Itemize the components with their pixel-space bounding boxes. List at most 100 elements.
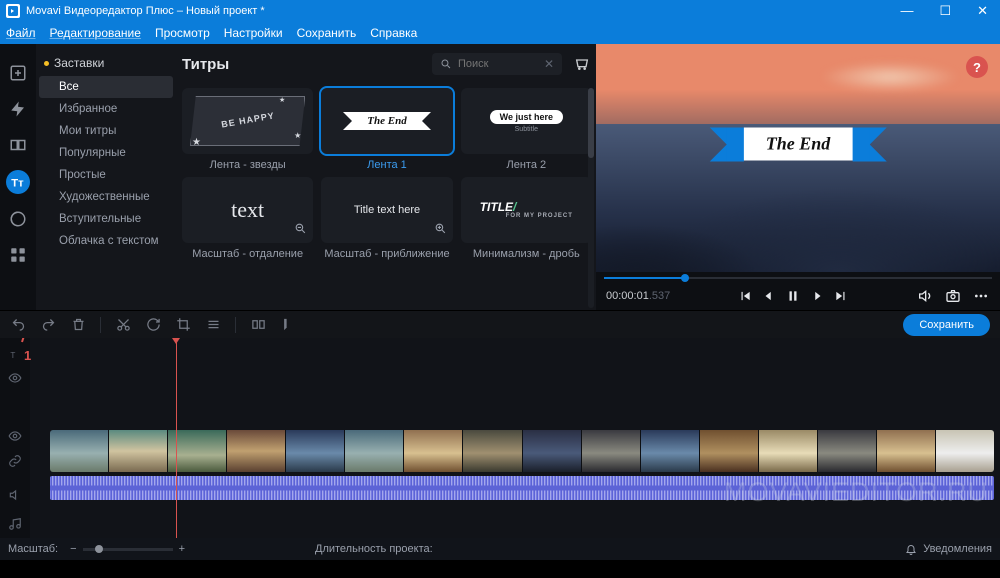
zoom-out-btn[interactable]: − [70,543,76,555]
zoom-out-icon [294,222,307,238]
track-headers: T [0,338,30,538]
tile-zoom-in[interactable]: Title text here Масштаб - приближение [321,177,452,260]
search-box[interactable]: ✕ [432,53,562,75]
crop-button[interactable] [175,317,191,333]
category-intro[interactable]: Вступительные [39,208,173,230]
tile-ribbon-2[interactable]: We just here Subtitle Лента 2 [461,88,592,171]
zoom-label: Масштаб: [8,543,58,555]
tile-zoom-out[interactable]: text Масштаб - отдаление [182,177,313,260]
duration-label: Длительность проекта: [315,543,433,555]
workspace: Tᴛ Заставки Все Избранное Мои титры Попу… [0,44,1000,310]
menubar: Файл Редактирование Просмотр Настройки С… [0,22,1000,44]
tracks-area[interactable] [30,338,1000,538]
lane-visibility-1[interactable] [0,372,30,384]
step-back-button[interactable] [761,288,777,304]
delete-button[interactable] [70,317,86,333]
timeline[interactable]: T MOVAVIEDITOR.RU [0,338,1000,538]
tool-transitions[interactable] [7,134,29,156]
menu-file[interactable]: Файл [6,26,36,40]
preview-scrubber[interactable] [604,274,992,282]
color-button[interactable] [205,317,221,333]
tile-caption: Масштаб - отдаление [192,248,303,260]
tool-stickers[interactable] [7,208,29,230]
window-title: Movavi Видеоредактор Плюс – Новый проект… [26,5,265,17]
tool-titles[interactable]: Tᴛ [6,170,30,194]
tile-caption: Лента - звезды [210,159,286,171]
toolstrip: Tᴛ [0,44,36,310]
titles-grid: BE HAPPY ★ ★ ★ Лента - звезды The End Ле… [182,88,592,260]
notifications-button[interactable]: Уведомления [905,543,992,555]
tile-caption: Лента 2 [507,159,547,171]
category-speech[interactable]: Облачка с текстом [39,230,173,252]
tool-more[interactable] [7,244,29,266]
redo-button[interactable] [40,317,56,333]
step-fwd-button[interactable] [809,288,825,304]
tool-import[interactable] [7,62,29,84]
rotate-button[interactable] [145,317,161,333]
tile-minimal[interactable]: TITLE/ FOR MY PROJECT Минимализм - дробь [461,177,592,260]
save-button[interactable]: Сохранить [903,314,990,336]
preview-panel: The End ? 00:00:01.537 [596,44,1000,310]
window-buttons: — ☐ ✕ [894,3,994,19]
zoom-in-btn[interactable]: + [179,543,185,555]
undo-button[interactable] [10,317,26,333]
tile-caption: Масштаб - приближение [324,248,449,260]
search-input[interactable] [458,58,538,70]
lane-link-icon[interactable] [0,442,30,480]
lane-audio-icon[interactable] [0,480,30,510]
timecode: 00:00:01.537 [606,290,670,302]
search-clear-icon[interactable]: ✕ [544,57,554,71]
help-button[interactable]: ? [966,56,988,78]
category-artistic[interactable]: Художественные [39,186,173,208]
browser-title: Титры [182,56,229,73]
menu-settings[interactable]: Настройки [224,26,283,40]
category-popular[interactable]: Популярные [39,142,173,164]
svg-text:Tᴛ: Tᴛ [11,178,24,190]
category-all[interactable]: Все [39,76,173,98]
tile-caption: Лента 1 [367,159,407,171]
maximize-button[interactable]: ☐ [933,3,957,19]
volume-button[interactable] [916,287,934,305]
actionbar: Сохранить [0,310,1000,338]
cut-button[interactable] [115,317,131,333]
next-clip-button[interactable] [833,288,849,304]
store-button[interactable] [572,54,592,74]
preview-menu-button[interactable] [972,287,990,305]
grid-scrollbar[interactable] [588,88,594,308]
tile-ribbon-1[interactable]: The End Лента 1 [321,88,452,171]
menu-save[interactable]: Сохранить [297,26,357,40]
menu-help[interactable]: Справка [370,26,417,40]
zoom-in-icon [434,222,447,238]
category-simple[interactable]: Простые [39,164,173,186]
lane-titles-icon[interactable]: T [0,338,30,372]
category-header[interactable]: Заставки [36,50,176,76]
lane-visibility-2[interactable] [0,430,30,442]
prev-clip-button[interactable] [737,288,753,304]
tile-ribbon-stars[interactable]: BE HAPPY ★ ★ ★ Лента - звезды [182,88,313,171]
category-my-titles[interactable]: Мои титры [39,120,173,142]
transition-button[interactable] [250,317,266,333]
preview-title-banner: The End [732,128,865,161]
menu-view[interactable]: Просмотр [155,26,210,40]
search-icon [440,58,452,70]
menu-edit[interactable]: Редактирование [50,26,141,40]
marker-button[interactable] [280,317,296,333]
titles-browser: Титры ✕ BE HAPPY ★ ★ ★ Лента - звезды [176,44,596,310]
preview-controls: 00:00:01.537 [596,282,1000,310]
close-button[interactable]: ✕ [971,3,994,19]
snapshot-button[interactable] [944,287,962,305]
tool-filters[interactable] [7,98,29,120]
preview-video[interactable]: The End ? [596,44,1000,272]
zoom-slider[interactable] [95,545,103,553]
play-pause-button[interactable] [785,288,801,304]
category-favorite[interactable]: Избранное [39,98,173,120]
statusbar: Масштаб: − + Длительность проекта: Уведо… [0,538,1000,560]
tile-caption: Минимализм - дробь [473,248,580,260]
playhead[interactable] [176,338,177,538]
category-list: Заставки Все Избранное Мои титры Популяр… [36,44,176,310]
minimize-button[interactable]: — [894,3,919,19]
app-icon [6,4,20,18]
video-track[interactable] [50,430,994,472]
lane-music-icon[interactable] [0,510,30,538]
audio-track[interactable] [50,476,994,500]
